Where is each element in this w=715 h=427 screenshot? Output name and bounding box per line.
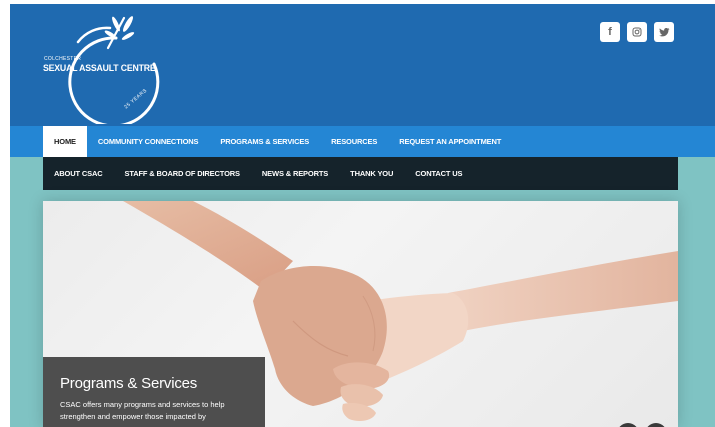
- hero-title: Programs & Services: [60, 375, 198, 392]
- logo-small-text: COLCHESTER: [44, 56, 82, 62]
- primary-nav: HOME COMMUNITY CONNECTIONS PROGRAMS & SE…: [43, 126, 512, 157]
- nav-community-connections[interactable]: COMMUNITY CONNECTIONS: [87, 126, 209, 157]
- nav-programs-services[interactable]: PROGRAMS & SERVICES: [209, 126, 320, 157]
- nav-contact-us[interactable]: CONTACT US: [404, 169, 473, 178]
- hero-text: CSAC offers many programs and services t…: [60, 400, 225, 421]
- hero-slider: Programs & Services CSAC offers many pro…: [43, 201, 678, 427]
- nav-staff-board[interactable]: STAFF & BOARD OF DIRECTORS: [114, 169, 251, 178]
- site-logo[interactable]: COLCHESTER SEXUAL ASSAULT CENTRE 25 YEAR…: [36, 12, 176, 128]
- twitter-icon[interactable]: [654, 22, 674, 42]
- nav-home[interactable]: HOME: [43, 126, 87, 157]
- hero-caption: Programs & Services CSAC offers many pro…: [43, 357, 265, 427]
- nav-news-reports[interactable]: NEWS & REPORTS: [251, 169, 339, 178]
- facebook-label: f: [608, 26, 612, 38]
- nav-resources[interactable]: RESOURCES: [320, 126, 388, 157]
- nav-about-csac[interactable]: ABOUT CSAC: [43, 169, 114, 178]
- nav-thank-you[interactable]: THANK YOU: [339, 169, 404, 178]
- logo-main-text: SEXUAL ASSAULT CENTRE: [43, 63, 156, 74]
- nav-request-appointment[interactable]: REQUEST AN APPOINTMENT: [388, 126, 512, 157]
- facebook-icon[interactable]: f: [600, 22, 620, 42]
- instagram-icon[interactable]: [627, 22, 647, 42]
- secondary-nav: ABOUT CSAC STAFF & BOARD OF DIRECTORS NE…: [43, 157, 678, 190]
